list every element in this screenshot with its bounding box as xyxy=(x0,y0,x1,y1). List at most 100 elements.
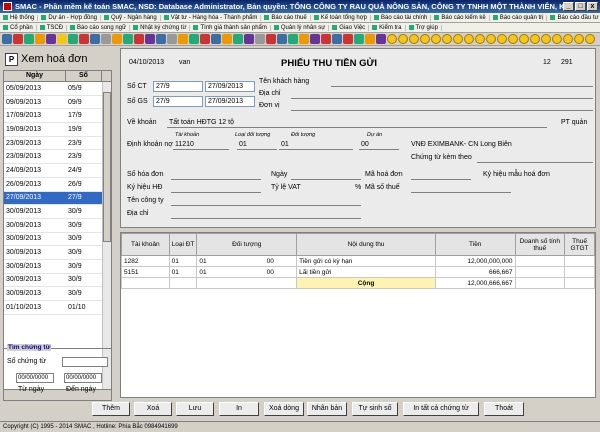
menu-item[interactable]: Báo cáo song ngữ xyxy=(67,24,131,31)
grid-header[interactable]: Doanh số tính thuế xyxy=(514,233,566,256)
smiley-icon[interactable] xyxy=(475,34,485,44)
menu-item[interactable]: Cổ phần xyxy=(0,24,37,31)
tool-icon[interactable] xyxy=(13,34,23,44)
smiley-icon[interactable] xyxy=(552,34,562,44)
menu-item[interactable]: Kiểm tra xyxy=(369,24,406,31)
grid-cell-vat[interactable] xyxy=(564,266,595,278)
so-gs-date-input[interactable]: 27/09/2013 xyxy=(205,96,255,107)
tool-icon[interactable] xyxy=(365,34,375,44)
list-item[interactable]: 01/10/2013 01/10 xyxy=(4,301,111,315)
tool-icon[interactable] xyxy=(288,34,298,44)
tool-icon[interactable] xyxy=(299,34,309,44)
so-hoa-don-input[interactable] xyxy=(171,179,261,180)
smiley-icon[interactable] xyxy=(409,34,419,44)
dt-value[interactable]: 01 xyxy=(281,141,289,148)
dia-chi2-input[interactable] xyxy=(171,218,361,219)
so-ct-date-input[interactable]: 27/09/2013 xyxy=(205,81,255,92)
grid-cell-content[interactable]: Lãi tiền gửi xyxy=(296,266,436,278)
grid-cell-taxbase[interactable] xyxy=(514,266,566,278)
smiley-icon[interactable] xyxy=(541,34,551,44)
tool-icon[interactable] xyxy=(200,34,210,44)
list-item[interactable]: 19/09/2013 19/9 xyxy=(4,123,111,137)
maximize-button[interactable]: □ xyxy=(575,2,586,11)
so-ct-input[interactable]: 27/9 xyxy=(153,81,203,92)
print-button[interactable]: In xyxy=(219,402,259,416)
da-value[interactable]: 00 xyxy=(361,141,369,148)
tool-icon[interactable] xyxy=(35,34,45,44)
grid-cell-taxbase[interactable] xyxy=(514,255,566,267)
tool-icon[interactable] xyxy=(24,34,34,44)
auto-number-button[interactable]: Tự sinh số xyxy=(352,402,398,416)
tool-icon[interactable] xyxy=(211,34,221,44)
list-item[interactable]: 30/09/2013 30/9 xyxy=(4,233,111,247)
menu-item[interactable]: Báo cáo thuế xyxy=(261,14,311,21)
list-item[interactable]: 30/09/2013 30/9 xyxy=(4,246,111,260)
tool-icon[interactable] xyxy=(112,34,122,44)
ten-kh-input[interactable] xyxy=(331,86,593,87)
tool-icon[interactable] xyxy=(134,34,144,44)
duplicate-button[interactable]: Nhân bản xyxy=(307,402,347,416)
smiley-icon[interactable] xyxy=(431,34,441,44)
exit-button[interactable]: Thoát xyxy=(484,402,524,416)
list-item[interactable]: 05/09/2013 05/9 xyxy=(4,82,111,96)
menu-item[interactable]: Kế toán tổng hợp xyxy=(311,14,372,21)
tool-icon[interactable] xyxy=(266,34,276,44)
list-item[interactable]: 30/09/2013 30/9 xyxy=(4,274,111,288)
grid-cell-account[interactable]: 1282 xyxy=(121,255,170,267)
list-item[interactable]: 27/09/2013 27/9 xyxy=(4,191,111,206)
grid-cell-content[interactable]: Tiền gửi có kỳ hạn xyxy=(296,255,436,267)
loai-value[interactable]: 01 xyxy=(239,141,247,148)
list-item[interactable]: 26/09/2013 26/9 xyxy=(4,178,111,192)
list-item[interactable]: 30/09/2013 30/9 xyxy=(4,287,111,301)
tool-icon[interactable] xyxy=(167,34,177,44)
menu-item[interactable]: Trợ giúp xyxy=(406,24,442,31)
ma-so-thue-input[interactable] xyxy=(411,192,511,193)
list-item[interactable]: 30/09/2013 30/9 xyxy=(4,219,111,233)
print-all-button[interactable]: In tất cả chứng từ xyxy=(403,402,479,416)
so-gs-input[interactable]: 27/9 xyxy=(153,96,203,107)
col-date-header[interactable]: Ngày xyxy=(4,71,66,81)
dia-chi-input[interactable] xyxy=(291,98,593,99)
menu-item[interactable]: Dự án - Hợp đồng xyxy=(38,14,102,21)
tool-icon[interactable] xyxy=(101,34,111,44)
smiley-icon[interactable] xyxy=(530,34,540,44)
smiley-icon[interactable] xyxy=(497,34,507,44)
smiley-icon[interactable] xyxy=(508,34,518,44)
grid-cell-type[interactable]: 01 xyxy=(168,255,198,267)
tool-icon[interactable] xyxy=(79,34,89,44)
grid-header[interactable]: Loại ĐT xyxy=(168,233,198,256)
smiley-icon[interactable] xyxy=(387,34,397,44)
grid-cell-amount[interactable]: 12,000,000,000 xyxy=(434,255,516,267)
tool-icon[interactable] xyxy=(277,34,287,44)
ctkt-input[interactable] xyxy=(477,162,593,163)
list-scrollbar[interactable] xyxy=(102,82,111,389)
list-item[interactable]: 23/09/2013 23/9 xyxy=(4,137,111,151)
list-item[interactable]: 24/09/2013 24/9 xyxy=(4,164,111,178)
tool-icon[interactable] xyxy=(233,34,243,44)
ky-hieu-hd-input[interactable] xyxy=(171,192,261,193)
tool-icon[interactable] xyxy=(178,34,188,44)
menu-item[interactable]: Quỹ - Ngân hàng xyxy=(101,14,161,21)
menu-item[interactable]: Tình giá thành sản phẩm xyxy=(190,24,271,31)
don-vi-input[interactable] xyxy=(291,110,593,111)
ngay-input[interactable] xyxy=(291,179,361,180)
menu-item[interactable]: Giao Việc xyxy=(329,24,370,31)
tool-icon[interactable] xyxy=(145,34,155,44)
tool-icon[interactable] xyxy=(57,34,67,44)
list-item[interactable]: 09/09/2013 09/9 xyxy=(4,96,111,110)
table-row[interactable]: 1282 01 01 00 Tiền gửi có kỳ hạn 12,000,000,0… xyxy=(121,255,595,267)
menu-item[interactable]: Hệ thống xyxy=(0,14,39,21)
table-row[interactable]: 5151 01 01 00 Lãi tiền gửi 666,667 xyxy=(121,266,595,278)
col-num-header[interactable]: Số xyxy=(66,71,102,81)
smiley-icon[interactable] xyxy=(585,34,595,44)
smiley-icon[interactable] xyxy=(420,34,430,44)
tool-icon[interactable] xyxy=(123,34,133,44)
tool-icon[interactable] xyxy=(255,34,265,44)
list-item[interactable]: 30/09/2013 30/9 xyxy=(4,260,111,274)
menu-item[interactable]: Báo cáo đầu tư - XDCB xyxy=(547,15,600,21)
smiley-icon[interactable] xyxy=(486,34,496,44)
menu-item[interactable]: Quản lý nhân sự xyxy=(271,24,330,31)
grid-cell-amount[interactable]: 666,667 xyxy=(434,266,516,278)
menu-item[interactable]: Báo cáo tài chính xyxy=(371,14,432,21)
list-item[interactable]: 23/09/2013 23/9 xyxy=(4,150,111,165)
